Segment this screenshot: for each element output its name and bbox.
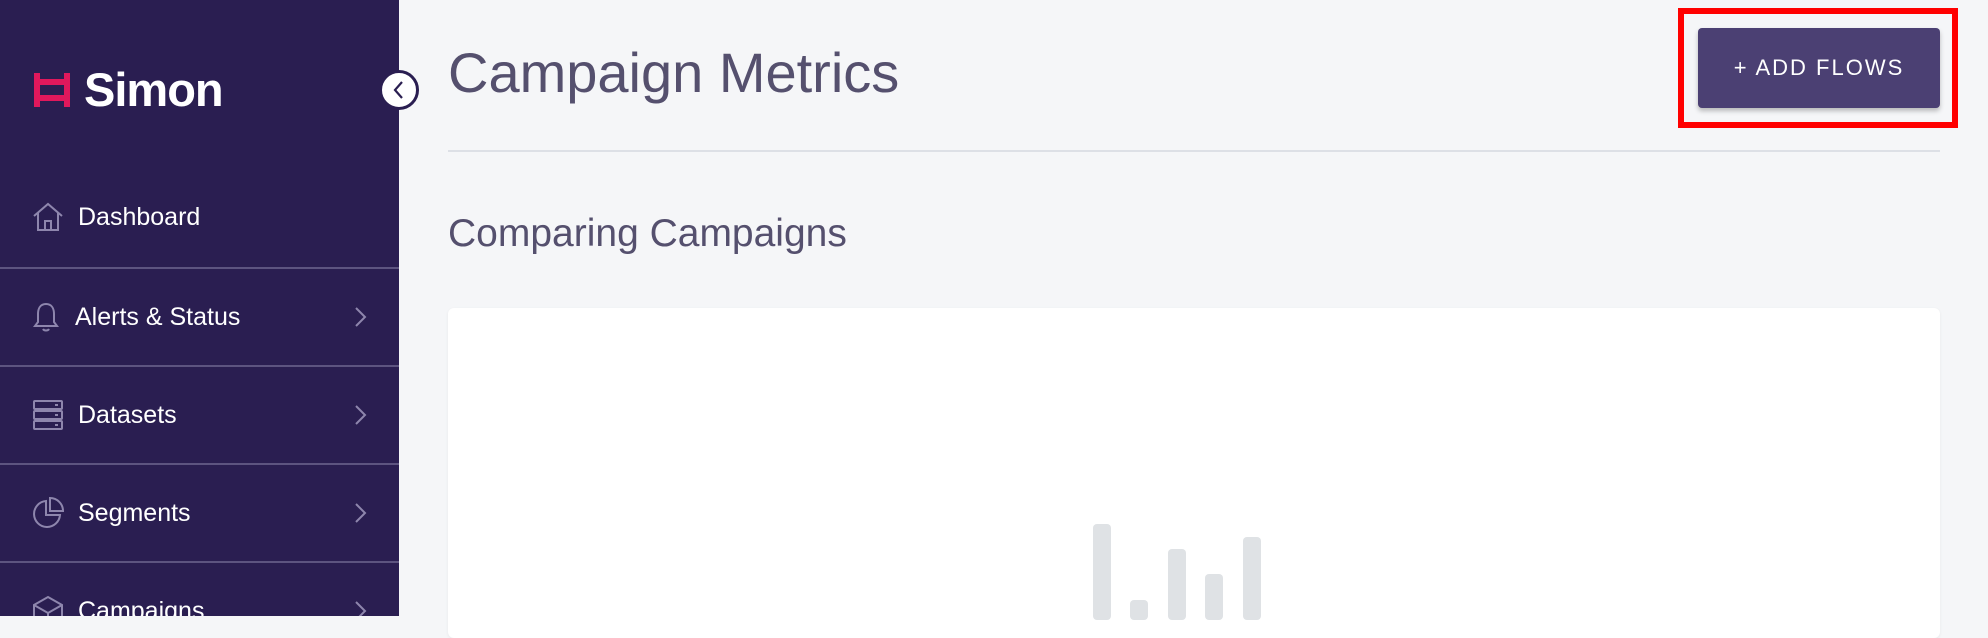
pie-chart-icon <box>30 495 66 531</box>
page-title: Campaign Metrics <box>448 41 900 104</box>
sidebar-item-label: Dashboard <box>78 202 201 231</box>
sidebar-item-datasets[interactable]: Datasets <box>0 365 399 462</box>
chevron-right-icon <box>355 404 367 425</box>
sidebar-item-label: Campaigns <box>78 596 205 617</box>
sidebar-item-alerts-status[interactable]: Alerts & Status <box>0 267 399 364</box>
server-icon <box>30 397 66 433</box>
chevron-right-icon <box>355 600 367 616</box>
app-name: Simon <box>84 63 224 116</box>
app-logo[interactable]: Simon <box>32 63 224 116</box>
empty-chart-placeholder-icon <box>1093 524 1261 620</box>
chevron-right-icon <box>355 306 367 327</box>
sidebar-item-label: Datasets <box>78 400 177 429</box>
sidebar-collapse-button[interactable] <box>379 70 419 110</box>
sidebar-item-label: Alerts & Status <box>75 302 241 331</box>
sidebar-item-segments[interactable]: Segments <box>0 463 399 560</box>
add-flows-button[interactable]: + ADD FLOWS <box>1698 28 1940 108</box>
simon-logo-icon <box>34 73 70 107</box>
section-title: Comparing Campaigns <box>448 212 847 255</box>
header-divider <box>448 150 1940 152</box>
chevron-left-icon <box>393 81 403 99</box>
sidebar: Simon Dashboard Alerts & Status Datasets <box>0 0 399 616</box>
bell-icon <box>28 299 64 335</box>
cube-icon <box>30 593 66 616</box>
sidebar-item-label: Segments <box>78 498 191 527</box>
sidebar-item-dashboard[interactable]: Dashboard <box>0 168 399 265</box>
home-icon <box>30 199 66 235</box>
chevron-right-icon <box>355 502 367 523</box>
sidebar-item-campaigns[interactable]: Campaigns <box>0 561 399 616</box>
